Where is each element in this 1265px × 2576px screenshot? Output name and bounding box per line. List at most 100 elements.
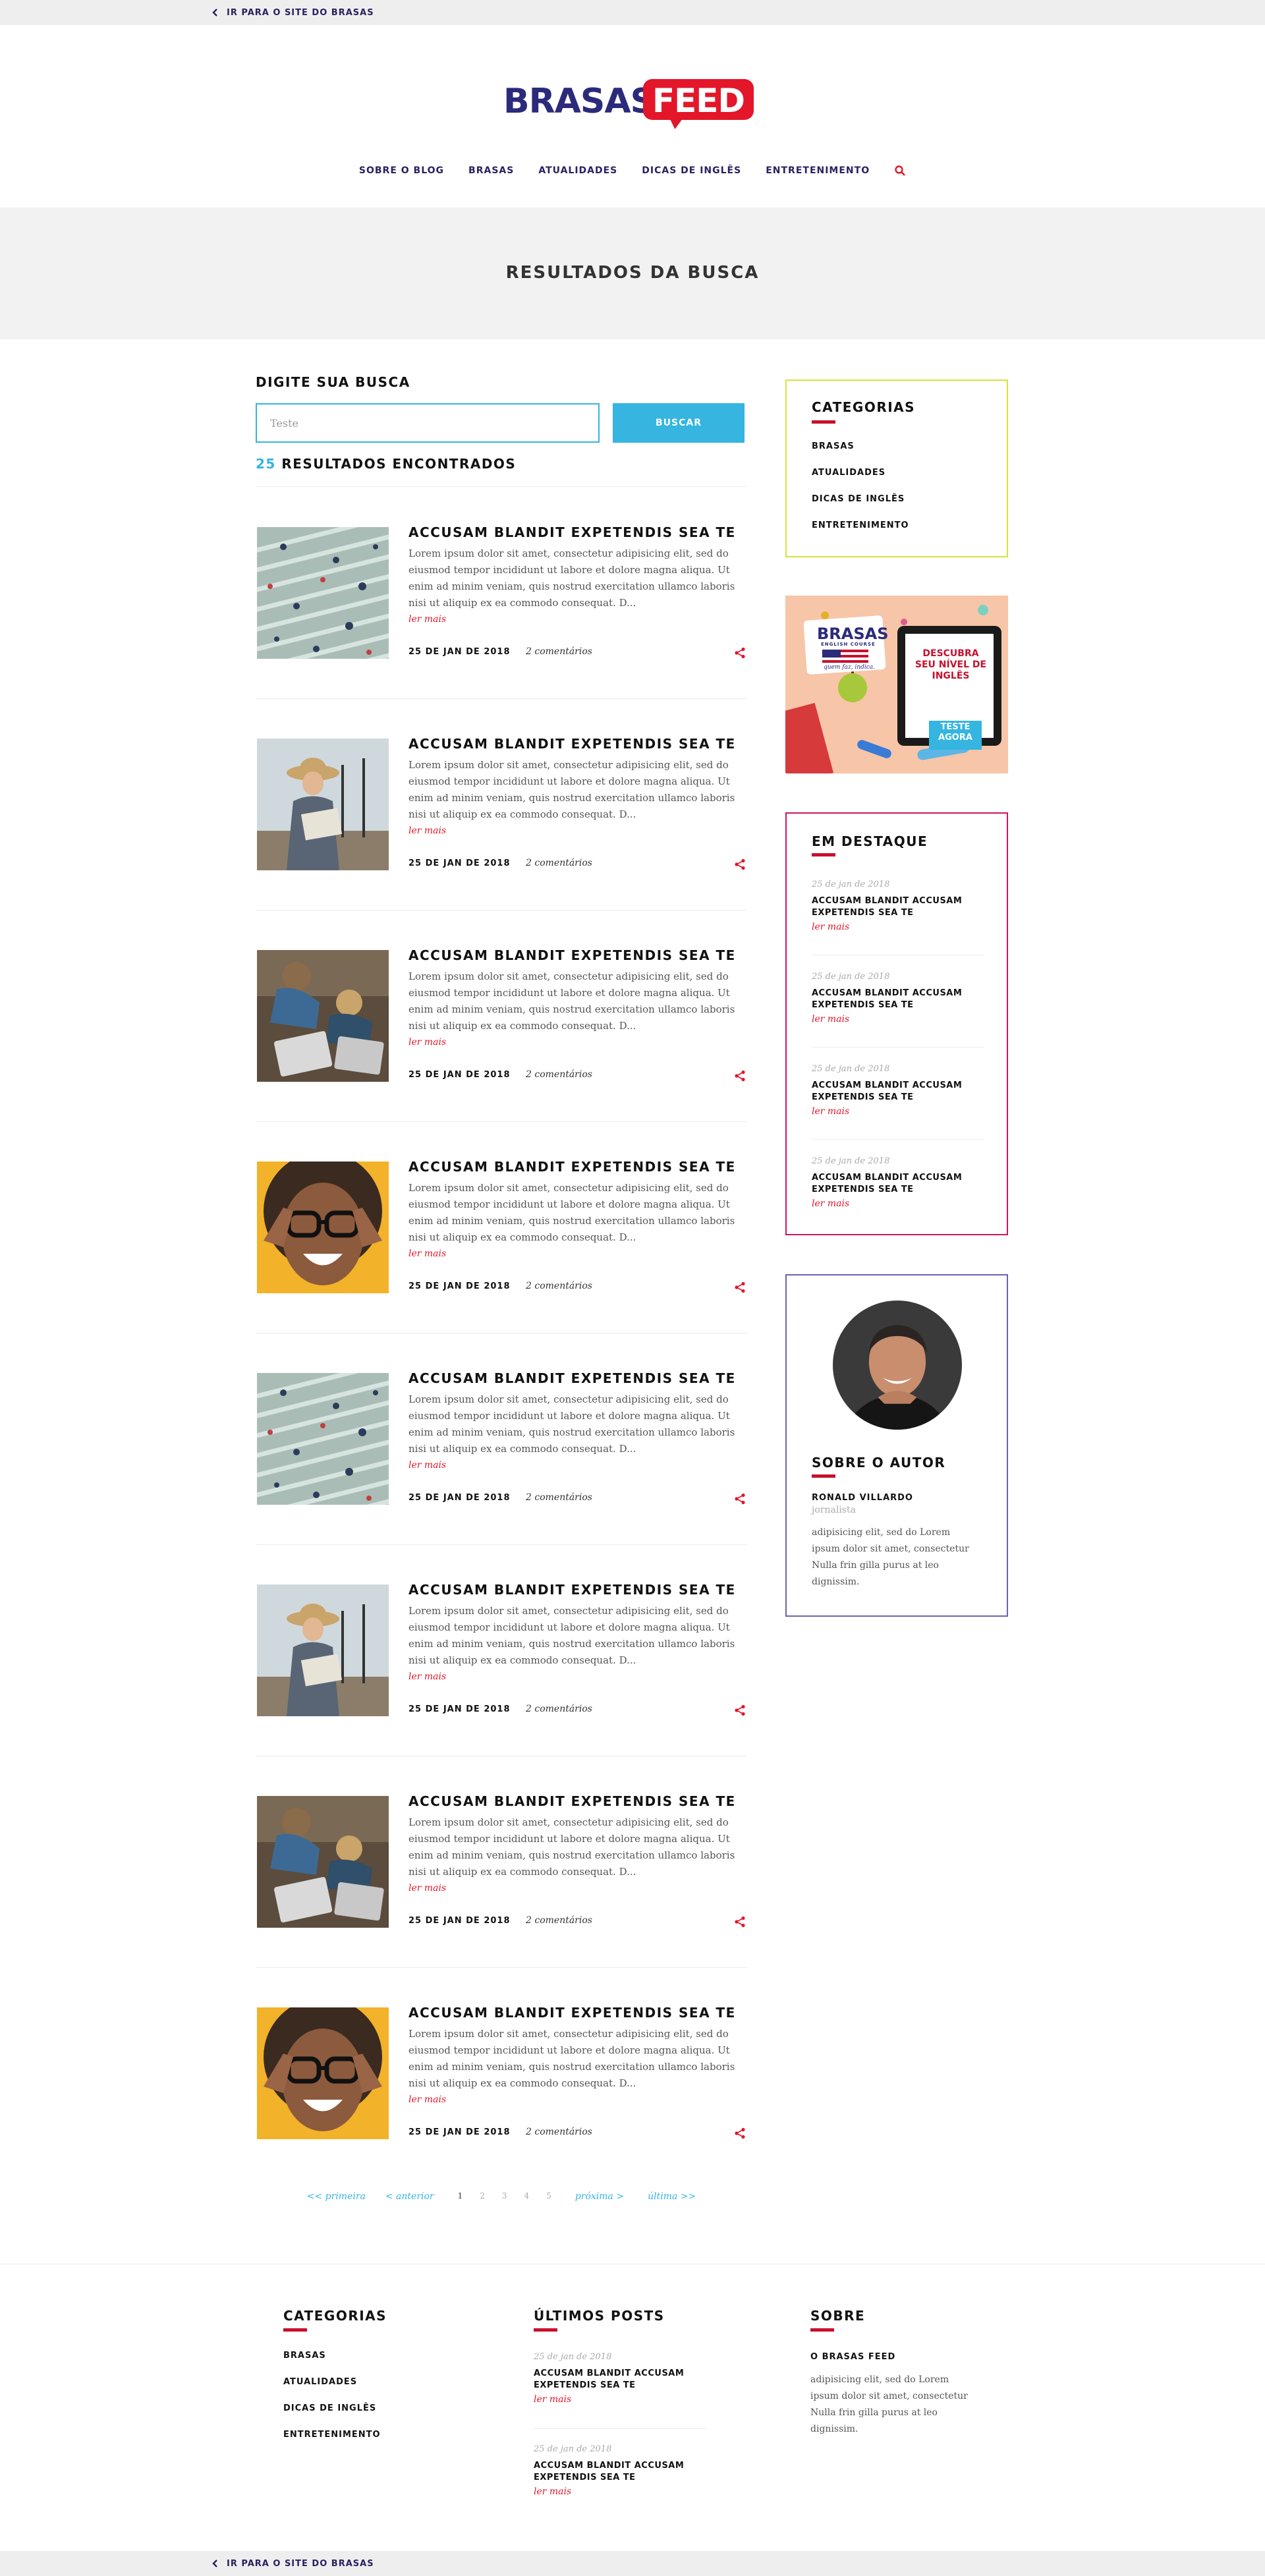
article-title[interactable]: ACCUSAM BLANDIT EXPETENDIS SEA TE [408, 1159, 736, 1175]
nav-item-sobre-o-blog[interactable]: SOBRE O BLOG [359, 165, 444, 176]
featured-read-more[interactable]: ler mais [812, 1198, 849, 1209]
pager-prev[interactable]: < anterior [385, 2191, 434, 2202]
sidebar-category-entretenimento[interactable]: ENTRETENIMENTO [812, 520, 909, 530]
divider [256, 698, 747, 699]
glasses-woman-image [257, 2007, 389, 2139]
article-thumbnail[interactable] [257, 739, 389, 870]
ad-brand-sub: ENGLISH COURSE [821, 642, 876, 647]
share-icon[interactable] [734, 2127, 746, 2139]
article-comments-link[interactable]: 2 comentários [526, 2127, 592, 2137]
featured-date: 25 de jan de 2018 [812, 1156, 890, 1166]
read-more-link[interactable]: ler mais [408, 614, 446, 625]
article-title[interactable]: ACCUSAM BLANDIT EXPETENDIS SEA TE [408, 524, 736, 540]
article-thumbnail[interactable] [257, 1373, 389, 1505]
ad-cta-button[interactable]: TESTE AGORA [930, 722, 980, 743]
nav-item-dicas-de-ingles[interactable]: DICAS DE INGLÊS [642, 165, 741, 176]
pager-page-4[interactable]: 4 [524, 2191, 530, 2202]
featured-title[interactable]: ACCUSAM BLANDIT ACCUSAM EXPETENDIS SEA T… [812, 895, 990, 919]
main-nav: SOBRE O BLOG BRASAS ATUALIDADES DICAS DE… [0, 158, 1265, 183]
article-comments-link[interactable]: 2 comentários [526, 646, 592, 657]
featured-title[interactable]: ACCUSAM BLANDIT ACCUSAM EXPETENDIS SEA T… [812, 1080, 990, 1104]
article-date: 25 DE JAN DE 2018 [408, 1493, 511, 1503]
share-icon[interactable] [734, 647, 746, 659]
nav-item-atualidades[interactable]: ATUALIDADES [538, 165, 617, 176]
latest-read-more[interactable]: ler mais [534, 2394, 571, 2405]
featured-read-more[interactable]: ler mais [812, 1106, 849, 1117]
article-thumbnail[interactable] [257, 2007, 389, 2139]
pager-last[interactable]: última >> [648, 2191, 696, 2202]
back-to-site-link[interactable]: IR PARA O SITE DO BRASAS [211, 0, 374, 25]
nav-item-brasas[interactable]: BRASAS [468, 165, 514, 176]
pager-first[interactable]: << primeira [307, 2191, 366, 2202]
english-test-ad-banner[interactable]: BRASAS ENGLISH COURSE quem faz, indica. … [785, 596, 1008, 773]
article-comments-link[interactable]: 2 comentários [526, 1281, 592, 1291]
article-title[interactable]: ACCUSAM BLANDIT EXPETENDIS SEA TE [408, 1582, 736, 1598]
footer-category-brasas[interactable]: BRASAS [283, 2351, 326, 2361]
ad-headline: DESCUBRA SEU NÍVEL DE INGLÊS [914, 648, 987, 681]
latest-title[interactable]: ACCUSAM BLANDIT ACCUSAM EXPETENDIS SEA T… [534, 2460, 712, 2484]
pager-next[interactable]: próxima > [575, 2191, 624, 2202]
glasses-woman-image [257, 1162, 389, 1293]
latest-read-more[interactable]: ler mais [534, 2486, 571, 2497]
search-input[interactable] [256, 403, 600, 443]
article-title[interactable]: ACCUSAM BLANDIT EXPETENDIS SEA TE [408, 2005, 736, 2021]
share-icon[interactable] [734, 858, 746, 870]
pager-page-1[interactable]: 1 [458, 2191, 463, 2202]
share-icon[interactable] [734, 1281, 746, 1293]
article-comments-link[interactable]: 2 comentários [526, 1492, 592, 1503]
read-more-link[interactable]: ler mais [408, 1037, 446, 1048]
read-more-link[interactable]: ler mais [408, 1248, 446, 1259]
read-more-link[interactable]: ler mais [408, 1671, 446, 1682]
pager-page-3[interactable]: 3 [502, 2191, 507, 2202]
article-item: ACCUSAM BLANDIT EXPETENDIS SEA TE Lorem … [256, 1793, 747, 1934]
featured-title[interactable]: ACCUSAM BLANDIT ACCUSAM EXPETENDIS SEA T… [812, 988, 990, 1011]
search-icon[interactable] [894, 165, 906, 177]
sidebar-categories-box: CATEGORIAS BRASAS ATUALIDADES DICAS DE I… [785, 379, 1008, 557]
share-icon[interactable] [734, 1070, 746, 1082]
article-comments-link[interactable]: 2 comentários [526, 1069, 592, 1080]
sidebar-category-atualidades[interactable]: ATUALIDADES [812, 468, 886, 478]
article-comments-link[interactable]: 2 comentários [526, 1915, 592, 1926]
featured-read-more[interactable]: ler mais [812, 1014, 849, 1024]
pager-page-5[interactable]: 5 [546, 2191, 551, 2202]
brasas-feed-logo[interactable]: BRASAS FEED [503, 78, 754, 130]
latest-title[interactable]: ACCUSAM BLANDIT ACCUSAM EXPETENDIS SEA T… [534, 2368, 712, 2392]
logo-feed-text: FEED [652, 82, 745, 120]
article-title[interactable]: ACCUSAM BLANDIT EXPETENDIS SEA TE [408, 1370, 736, 1386]
footer-category-entretenimento[interactable]: ENTRETENIMENTO [283, 2430, 381, 2440]
article-title[interactable]: ACCUSAM BLANDIT EXPETENDIS SEA TE [408, 1793, 736, 1809]
divider [256, 1121, 747, 1122]
footer-back-to-site-link[interactable]: IR PARA O SITE DO BRASAS [211, 2551, 374, 2576]
divider [256, 1544, 747, 1545]
read-more-link[interactable]: ler mais [408, 1883, 446, 1893]
featured-date: 25 de jan de 2018 [812, 972, 890, 982]
article-thumbnail[interactable] [257, 1796, 389, 1928]
back-to-site-label: IR PARA O SITE DO BRASAS [227, 7, 374, 18]
article-thumbnail[interactable] [257, 1162, 389, 1293]
article-title[interactable]: ACCUSAM BLANDIT EXPETENDIS SEA TE [408, 736, 736, 752]
nav-item-entretenimento[interactable]: ENTRETENIMENTO [766, 165, 870, 176]
read-more-link[interactable]: ler mais [408, 1460, 446, 1470]
top-bar: IR PARA O SITE DO BRASAS [0, 0, 1265, 25]
sidebar-category-brasas[interactable]: BRASAS [812, 441, 855, 451]
article-date: 25 DE JAN DE 2018 [408, 647, 511, 657]
article-comments-link[interactable]: 2 comentários [526, 858, 592, 868]
divider [812, 1047, 984, 1048]
read-more-link[interactable]: ler mais [408, 826, 446, 836]
article-title[interactable]: ACCUSAM BLANDIT EXPETENDIS SEA TE [408, 947, 736, 963]
share-icon[interactable] [734, 1704, 746, 1716]
footer-category-dicas-de-ingles[interactable]: DICAS DE INGLÊS [283, 2403, 376, 2413]
pager-page-2[interactable]: 2 [480, 2191, 485, 2202]
share-icon[interactable] [734, 1493, 746, 1505]
featured-read-more[interactable]: ler mais [812, 922, 849, 932]
article-comments-link[interactable]: 2 comentários [526, 1704, 592, 1714]
search-button[interactable]: BUSCAR [613, 403, 745, 443]
footer-category-atualidades[interactable]: ATUALIDADES [283, 2377, 357, 2387]
read-more-link[interactable]: ler mais [408, 2094, 446, 2105]
sidebar-category-dicas-de-ingles[interactable]: DICAS DE INGLÊS [812, 494, 905, 504]
featured-title[interactable]: ACCUSAM BLANDIT ACCUSAM EXPETENDIS SEA T… [812, 1172, 990, 1196]
article-thumbnail[interactable] [257, 527, 389, 659]
article-thumbnail[interactable] [257, 950, 389, 1082]
share-icon[interactable] [734, 1916, 746, 1928]
article-thumbnail[interactable] [257, 1584, 389, 1716]
